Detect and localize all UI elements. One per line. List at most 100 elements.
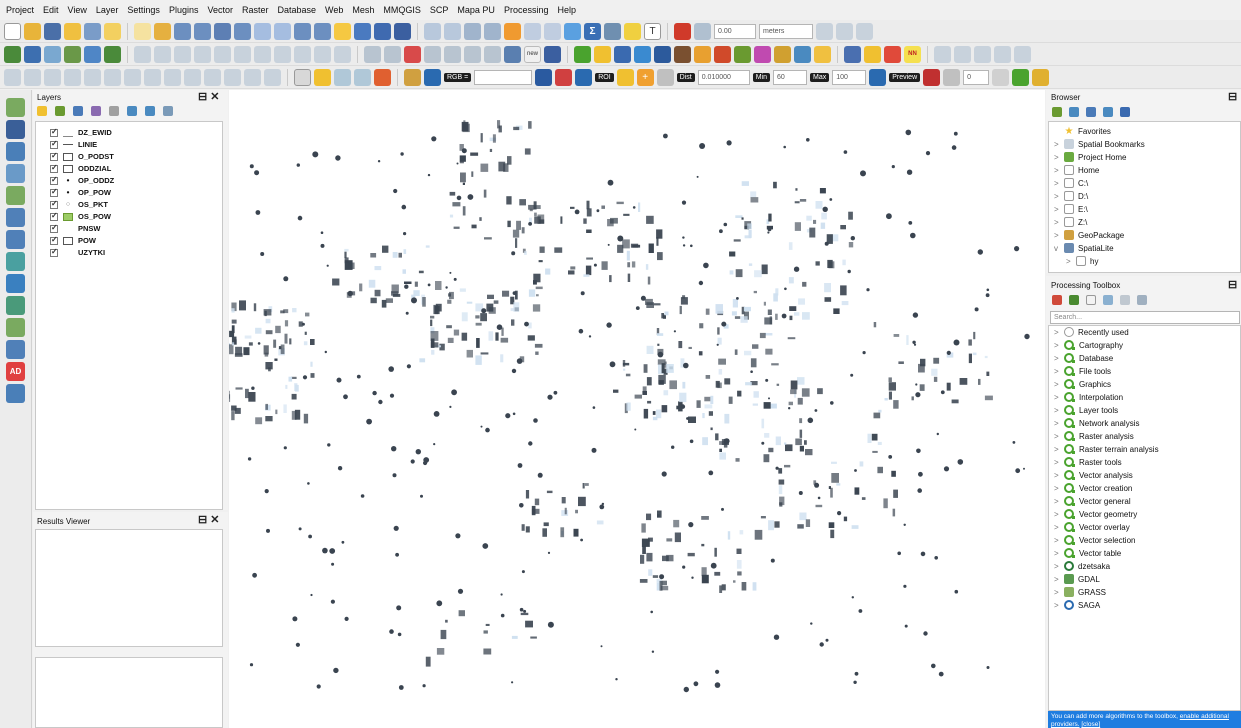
toolbox-item-database[interactable]: > Database (1054, 352, 1113, 364)
layer-row-dz-ewid[interactable]: DZ_EWID (50, 127, 112, 138)
show-bookmarks-icon[interactable] (374, 22, 391, 40)
add-wfs-icon[interactable] (104, 45, 121, 63)
preview-redraw-icon[interactable] (923, 68, 941, 86)
digitize-shape-icon[interactable] (4, 68, 21, 86)
browser-item-c-drive[interactable]: > C:\ (1054, 177, 1088, 189)
rotate-symbols-icon[interactable] (184, 68, 201, 86)
rotate-point-icon[interactable] (1014, 45, 1031, 63)
terrain-icon[interactable] (734, 45, 751, 63)
add-spatialite-icon[interactable] (64, 45, 81, 63)
menu-web[interactable]: Web (325, 5, 343, 15)
layer-checkbox[interactable] (50, 187, 58, 197)
add-xyz-icon[interactable] (6, 274, 25, 293)
toolbox-item-dzetsaka[interactable]: > dzetsaka (1054, 560, 1110, 572)
chevron-right-icon[interactable]: > (1054, 445, 1064, 454)
refresh-icon[interactable] (1069, 107, 1079, 117)
layer-properties-icon[interactable] (714, 45, 731, 63)
layer-row-pnsw[interactable]: PNSW (50, 223, 101, 234)
toolbox-item-saga[interactable]: > SAGA (1054, 599, 1100, 611)
node-tool-icon[interactable] (264, 68, 281, 86)
new-map-view-icon[interactable] (334, 22, 351, 40)
undo-icon[interactable] (314, 45, 331, 63)
add-part-icon[interactable] (44, 68, 61, 86)
map-tips-icon[interactable] (564, 22, 581, 40)
add-group-icon[interactable] (55, 106, 65, 116)
pan-icon[interactable] (134, 22, 151, 40)
layer-row-o-podst[interactable]: O_PODST (50, 151, 114, 162)
close-icon[interactable] (856, 22, 873, 40)
collapse-all-icon[interactable] (1103, 107, 1113, 117)
processing-toolbox-buttons[interactable]: ⊟ (1228, 278, 1237, 291)
paste-features-icon[interactable] (294, 45, 311, 63)
layer-row-uzytki[interactable]: UZYTKI (50, 247, 105, 258)
chevron-right-icon[interactable]: > (1066, 257, 1076, 266)
chevron-right-icon[interactable]: > (1054, 523, 1064, 532)
edit-features-in-place-icon[interactable] (1120, 295, 1130, 305)
add-mesh-layer-icon[interactable] (6, 142, 25, 161)
menu-mmqgis[interactable]: MMQGIS (383, 5, 421, 15)
scale-field[interactable]: 0.00 (714, 23, 756, 39)
toolbox-item-recently-used[interactable]: > Recently used (1054, 326, 1129, 338)
shovel-icon[interactable] (694, 45, 711, 63)
toolbox-item-vector-selection[interactable]: > Vector selection (1054, 534, 1135, 546)
add-delimited-text-icon[interactable] (6, 164, 25, 183)
cut-features-icon[interactable] (254, 45, 271, 63)
browser-item-favorites[interactable]: ★ Favorites (1054, 125, 1111, 137)
add-selected-icon[interactable] (1052, 107, 1062, 117)
menu-edit[interactable]: Edit (43, 5, 59, 15)
t-field[interactable]: 0 (963, 69, 990, 85)
preview-zoom-icon[interactable] (869, 68, 887, 86)
split-parts-icon[interactable] (144, 68, 161, 86)
layer-row-op-oddz[interactable]: • OP_ODDZ (50, 175, 114, 186)
enable-providers-link[interactable]: enable additional (1180, 713, 1229, 720)
browser-item-spatialite[interactable]: v SpatiaLite (1054, 242, 1114, 254)
toolbox-item-raster-terrain-analysis[interactable]: > Raster terrain analysis (1054, 443, 1159, 455)
toolbox-item-vector-table[interactable]: > Vector table (1054, 547, 1121, 559)
chevron-right-icon[interactable]: > (1054, 484, 1064, 493)
toolbox-search-input[interactable]: Search... (1050, 311, 1240, 324)
toolbox-item-cartography[interactable]: > Cartography (1054, 339, 1123, 351)
style-manager-icon[interactable] (104, 22, 121, 40)
layer-row-pow[interactable]: POW (50, 235, 96, 246)
label-settings-icon[interactable] (504, 45, 521, 63)
layout-manager-icon[interactable] (84, 22, 101, 40)
toolbox-item-vector-overlay[interactable]: > Vector overlay (1054, 521, 1130, 533)
zoom-last-icon[interactable] (294, 22, 311, 40)
chevron-right-icon[interactable]: > (1054, 218, 1064, 227)
toolbox-item-vector-creation[interactable]: > Vector creation (1054, 482, 1132, 494)
copy-features-icon[interactable] (274, 45, 291, 63)
dist-field[interactable]: 0.010000 (697, 69, 750, 85)
chevron-right-icon[interactable]: > (1054, 354, 1064, 363)
chevron-right-icon[interactable]: > (1054, 510, 1064, 519)
results-icon[interactable] (1103, 295, 1113, 305)
models-icon[interactable] (1052, 295, 1062, 305)
help-icon[interactable] (844, 45, 861, 63)
roi-label[interactable]: ROI (595, 72, 614, 82)
processing-toolbox-icon[interactable] (504, 22, 521, 40)
browser-item-geopackage[interactable]: > GeoPackage (1054, 229, 1124, 241)
layer-checkbox[interactable] (50, 127, 58, 137)
menu-project[interactable]: Project (6, 5, 34, 15)
chevron-right-icon[interactable]: > (1054, 562, 1064, 571)
statistical-summary-icon[interactable] (524, 22, 541, 40)
layer-checkbox[interactable] (50, 139, 58, 149)
layer-row-oddzial[interactable]: ODDZIAL (50, 163, 111, 174)
add-geopackage-icon[interactable] (6, 186, 25, 205)
new-print-layout-icon[interactable] (64, 22, 81, 40)
add-vector-tile-icon[interactable] (6, 384, 25, 403)
menu-plugins[interactable]: Plugins (169, 5, 199, 15)
scp-input-icon[interactable] (404, 68, 421, 86)
chevron-right-icon[interactable]: > (1054, 140, 1064, 149)
chevron-right-icon[interactable]: > (1054, 536, 1064, 545)
refresh-icon[interactable] (394, 22, 411, 40)
toolbox-item-vector-geometry[interactable]: > Vector geometry (1054, 508, 1137, 520)
chevron-right-icon[interactable]: > (1054, 432, 1064, 441)
edit-pencil-icon[interactable] (134, 45, 151, 63)
toolbox-item-vector-general[interactable]: > Vector general (1054, 495, 1131, 507)
style-icon[interactable] (37, 106, 47, 116)
chevron-right-icon[interactable]: > (1054, 575, 1064, 584)
chevron-right-icon[interactable]: > (1054, 406, 1064, 415)
layer-row-os-pow[interactable]: OS_POW (50, 211, 111, 222)
pan-to-selection-icon[interactable] (154, 22, 171, 40)
grid-icon[interactable] (794, 45, 811, 63)
